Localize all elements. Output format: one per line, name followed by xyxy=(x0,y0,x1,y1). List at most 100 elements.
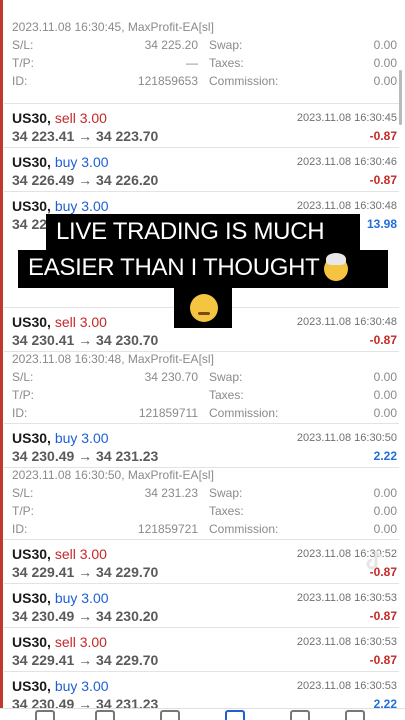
trade-row[interactable]: US30, sell 3.00 34 229.41 → 34 229.70 20… xyxy=(4,540,399,584)
swap-label: Swap: xyxy=(209,486,243,500)
trade-side: sell 3.00 xyxy=(54,110,107,126)
trade-symbol: US30, xyxy=(12,110,51,126)
trade-row[interactable]: US30, buy 3.00 34 226.49 → 34 226.20 202… xyxy=(4,148,399,192)
trade-time: 2023.11.08 16:30:48 xyxy=(296,200,397,212)
tp-value: — xyxy=(186,56,198,70)
swap-label: Swap: xyxy=(209,38,243,52)
taxes-value: 0.00 xyxy=(373,388,397,402)
trade-symbol: US30, xyxy=(12,546,51,562)
caption-text-2: EASIER THAN I THOUGHT xyxy=(28,254,320,281)
swap-value: 0.00 xyxy=(373,486,397,500)
commission-label: Commission: xyxy=(209,522,279,536)
tp-label: T/P: xyxy=(12,388,35,402)
trade-side: sell 3.00 xyxy=(54,546,107,562)
trade-prices: 34 226.49 → 34 226.20 xyxy=(12,172,159,188)
trade-symbol: US30, xyxy=(12,634,51,650)
detail-header: 2023.11.08 16:30:48, MaxProfit-EA[sl] xyxy=(12,352,214,366)
taxes-label: Taxes: xyxy=(209,56,244,70)
trade-prices: 34 230.49 → 34 231.23 xyxy=(12,448,159,464)
sl-value: 34 230.70 xyxy=(144,370,198,384)
history-icon[interactable] xyxy=(225,710,245,720)
trade-symbol: US30, xyxy=(12,678,51,694)
trade-row[interactable]: US30, sell 3.00 34 223.41 → 34 223.70 20… xyxy=(4,104,399,148)
chart-icon[interactable] xyxy=(95,710,115,720)
detail-header: 2023.11.08 16:30:50, MaxProfit-EA[sl] xyxy=(12,468,214,482)
messages-icon[interactable] xyxy=(290,710,310,720)
caption-text-1: LIVE TRADING IS MUCH xyxy=(56,218,325,245)
caption-line-2: EASIER THAN I THOUGHT xyxy=(18,250,388,288)
swap-value: 0.00 xyxy=(373,38,397,52)
id-label: ID: xyxy=(12,522,28,536)
commission-label: Commission: xyxy=(209,406,279,420)
trade-time: 2023.11.08 16:30:48 xyxy=(296,316,397,328)
trade-symbol: US30, xyxy=(12,198,51,214)
taxes-label: Taxes: xyxy=(209,504,244,518)
trade-side: buy 3.00 xyxy=(54,198,109,214)
sl-value: 34 231.23 xyxy=(144,486,198,500)
trade-profit: -0.87 xyxy=(369,173,397,187)
trade-profit: 2.22 xyxy=(373,449,397,463)
trade-row[interactable]: US30, sell 3.00 34 229.41 → 34 229.70 20… xyxy=(4,628,399,672)
trade-details: 2023.11.08 16:30:50, MaxProfit-EA[sl] S/… xyxy=(4,468,399,540)
commission-value: 0.00 xyxy=(373,522,397,536)
exploding-head-icon xyxy=(323,252,348,281)
trade-side: sell 3.00 xyxy=(54,634,107,650)
trade-list[interactable]: 2023.11.08 16:30:45, MaxProfit-EA[sl] S/… xyxy=(4,0,399,716)
trade-symbol: US30, xyxy=(12,430,51,446)
trade-prices: 34 230.49 → 34 230.20 xyxy=(12,608,159,624)
caption-line-1: LIVE TRADING IS MUCH xyxy=(46,214,360,250)
sl-value: 34 225.20 xyxy=(144,38,198,52)
trade-row[interactable]: US30, buy 3.00 34 230.49 → 34 231.23 202… xyxy=(4,424,399,468)
trade-time: 2023.11.08 16:30:46 xyxy=(296,156,397,168)
swap-value: 0.00 xyxy=(373,370,397,384)
trade-details: 2023.11.08 16:30:48, MaxProfit-EA[sl] S/… xyxy=(4,352,399,424)
caption-emoji-box xyxy=(174,288,232,328)
trade-icon[interactable] xyxy=(160,710,180,720)
trade-prices: 34 229.41 → 34 229.70 xyxy=(12,564,159,580)
trade-side: buy 3.00 xyxy=(54,590,109,606)
trade-time: 2023.11.08 16:30:53 xyxy=(296,592,397,604)
id-value: 121859653 xyxy=(137,74,198,88)
id-value: 121859711 xyxy=(138,406,198,420)
taxes-value: 0.00 xyxy=(373,504,397,518)
scrollbar[interactable] xyxy=(399,70,402,125)
trade-time: 2023.11.08 16:30:50 xyxy=(296,432,397,444)
settings-icon[interactable] xyxy=(345,710,365,720)
id-label: ID: xyxy=(12,74,28,88)
trade-symbol: US30, xyxy=(12,154,51,170)
id-label: ID: xyxy=(12,406,28,420)
trade-profit: -0.87 xyxy=(369,653,397,667)
trade-time: 2023.11.08 16:30:45 xyxy=(296,112,397,124)
thinking-face-icon xyxy=(190,294,218,322)
trade-profit: 13.98 xyxy=(366,217,397,231)
sl-label: S/L: xyxy=(12,486,34,500)
trade-symbol: US30, xyxy=(12,314,51,330)
trade-symbol: US30, xyxy=(12,590,51,606)
trade-profit: -0.87 xyxy=(369,609,397,623)
tp-label: T/P: xyxy=(12,56,35,70)
trade-time: 2023.11.08 16:30:53 xyxy=(296,636,397,648)
trade-side: buy 3.00 xyxy=(54,678,109,694)
detail-header: 2023.11.08 16:30:45, MaxProfit-EA[sl] xyxy=(12,20,214,34)
sl-label: S/L: xyxy=(12,370,34,384)
trade-profit: -0.87 xyxy=(369,333,397,347)
trade-details: 2023.11.08 16:30:45, MaxProfit-EA[sl] S/… xyxy=(4,0,399,104)
trade-prices: 34 230.41 → 34 230.70 xyxy=(12,332,159,348)
left-accent-bar xyxy=(0,0,3,710)
trade-side: buy 3.00 xyxy=(54,154,109,170)
taxes-value: 0.00 xyxy=(373,56,397,70)
trade-profit: -0.87 xyxy=(369,129,397,143)
commission-value: 0.00 xyxy=(373,406,397,420)
trade-side: sell 3.00 xyxy=(54,314,107,330)
commission-value: 0.00 xyxy=(373,74,397,88)
tp-label: T/P: xyxy=(12,504,35,518)
id-value: 121859721 xyxy=(137,522,198,536)
trade-time: 2023.11.08 16:30:53 xyxy=(296,680,397,692)
trade-row[interactable]: US30, buy 3.00 34 230.49 → 34 230.20 202… xyxy=(4,584,399,628)
trade-history-screen: 2023.11.08 16:30:45, MaxProfit-EA[sl] S/… xyxy=(0,0,405,720)
quotes-icon[interactable] xyxy=(35,710,55,720)
trade-prices: 34 229.41 → 34 229.70 xyxy=(12,652,159,668)
trade-prices: 34 223.41 → 34 223.70 xyxy=(12,128,159,144)
swap-label: Swap: xyxy=(209,370,243,384)
taxes-label: Taxes: xyxy=(209,388,244,402)
